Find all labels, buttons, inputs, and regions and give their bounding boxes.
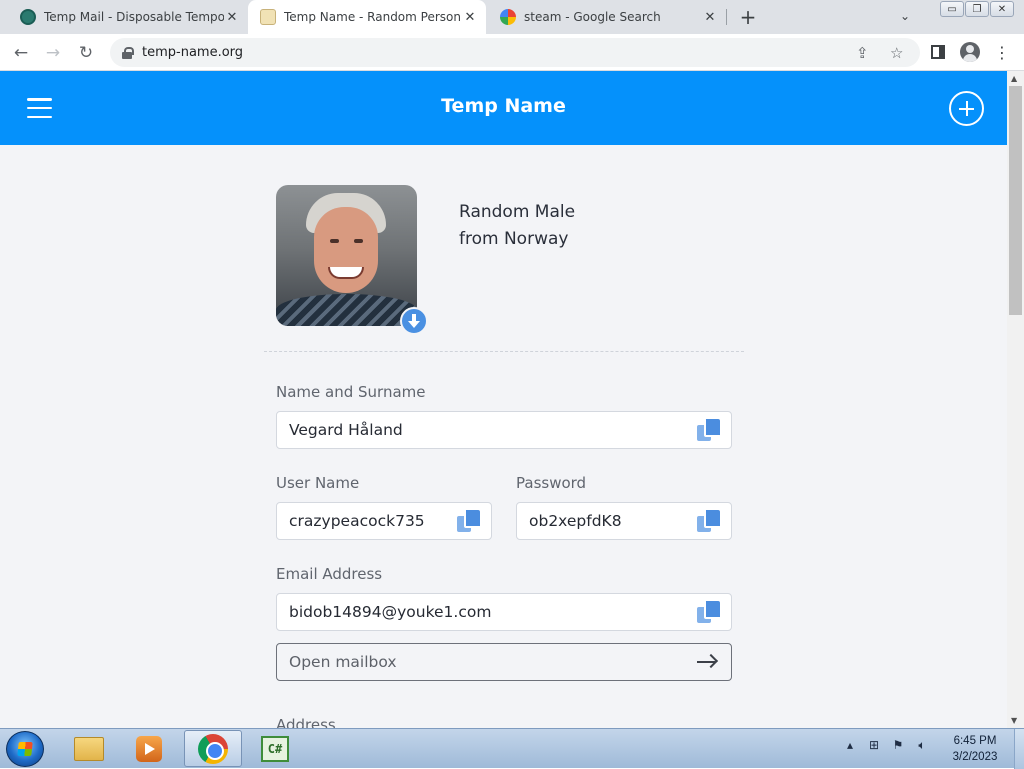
taskbar-chrome[interactable]: [184, 730, 242, 767]
show-desktop-button[interactable]: [1014, 729, 1024, 769]
back-arrow-icon[interactable]: ←: [10, 42, 32, 64]
more-menu-icon[interactable]: ⋮: [992, 42, 1012, 62]
person-photo: [276, 185, 417, 326]
csharp-icon: C#: [261, 735, 289, 762]
close-tab-icon[interactable]: ✕: [462, 9, 478, 25]
tab-temp-mail[interactable]: Temp Mail - Disposable Tempora ✕: [8, 0, 248, 34]
system-tray: ▴ ⊞ ⚑ 🔈︎: [842, 737, 930, 753]
show-hidden-icons-icon[interactable]: ▴: [842, 737, 858, 753]
close-tab-icon[interactable]: ✕: [224, 9, 240, 25]
temp-mail-favicon-icon: [20, 9, 36, 25]
scroll-down-arrow-icon[interactable]: ▼: [1011, 716, 1017, 725]
person-description: Random Male from Norway: [459, 199, 575, 253]
tab-google-search[interactable]: steam - Google Search ✕: [488, 0, 726, 34]
download-photo-icon[interactable]: [400, 307, 428, 335]
address-bar[interactable]: temp-name.org ⇪ ☆: [110, 38, 920, 67]
temp-name-favicon-icon: [260, 9, 276, 25]
open-mailbox-button[interactable]: Open mailbox: [276, 643, 732, 681]
action-center-flag-icon[interactable]: ⚑: [890, 737, 906, 753]
tab-separator: [726, 9, 727, 25]
side-panel-icon[interactable]: [928, 42, 948, 62]
password-field[interactable]: ob2xepfdK8: [516, 502, 732, 540]
close-window-button[interactable]: ✕: [990, 1, 1014, 17]
address-label: Address: [276, 716, 336, 728]
page-scrollbar[interactable]: ▲ ▼: [1007, 71, 1024, 728]
new-tab-button[interactable]: +: [736, 5, 760, 29]
open-mailbox-label: Open mailbox: [289, 653, 397, 671]
username-label: User Name: [276, 474, 360, 492]
bookmark-star-icon[interactable]: ☆: [890, 44, 903, 62]
scroll-up-arrow-icon[interactable]: ▲: [1011, 74, 1017, 83]
folder-icon: [74, 736, 104, 761]
url-text: temp-name.org: [142, 45, 244, 60]
section-divider: [264, 351, 744, 352]
window-controls: ▭ ❐ ✕: [940, 1, 1014, 17]
copy-icon[interactable]: [697, 419, 720, 441]
close-tab-icon[interactable]: ✕: [702, 9, 718, 25]
chrome-icon: [198, 733, 228, 764]
media-player-icon: [136, 735, 162, 762]
name-value: Vegard Håland: [289, 421, 403, 439]
person-description-line1: Random Male: [459, 202, 576, 222]
copy-icon[interactable]: [457, 510, 480, 532]
add-plus-icon[interactable]: [949, 91, 984, 126]
network-icon[interactable]: ⊞: [866, 737, 882, 753]
google-favicon-icon: [500, 9, 516, 25]
clock-time: 6:45 PM: [953, 735, 997, 747]
taskbar-media-player[interactable]: [120, 730, 178, 767]
tab-title: Temp Mail - Disposable Tempora: [44, 10, 224, 24]
email-value: bidob14894@youke1.com: [289, 603, 492, 621]
name-field[interactable]: Vegard Håland: [276, 411, 732, 449]
site-brand-title: Temp Name: [441, 95, 566, 117]
tab-title: Temp Name - Random Person Ge: [284, 10, 462, 24]
email-label: Email Address: [276, 565, 383, 583]
tab-search-chevron-icon[interactable]: ⌄: [896, 7, 914, 25]
reload-icon[interactable]: ↻: [75, 42, 97, 64]
profile-avatar-icon[interactable]: [960, 42, 980, 62]
person-description-line2: from Norway: [459, 229, 569, 249]
username-value: crazypeacock735: [289, 512, 425, 530]
name-label: Name and Surname: [276, 383, 426, 401]
password-label: Password: [516, 474, 587, 492]
share-icon[interactable]: ⇪: [856, 44, 869, 62]
browser-tab-strip: Temp Mail - Disposable Tempora ✕ Temp Na…: [0, 0, 1024, 34]
arrow-right-icon: [697, 655, 717, 669]
copy-icon[interactable]: [697, 601, 720, 623]
taskbar-csharp-app[interactable]: C#: [246, 730, 304, 767]
restore-button[interactable]: ❐: [965, 1, 989, 17]
page-viewport: Temp Name Random Male from Norway Name a…: [0, 71, 1007, 728]
clock-date: 3/2/2023: [952, 751, 998, 763]
forward-arrow-icon[interactable]: →: [42, 42, 64, 64]
minimize-button[interactable]: ▭: [940, 1, 964, 17]
taskbar-file-explorer[interactable]: [60, 730, 118, 767]
tab-title: steam - Google Search: [524, 10, 661, 24]
volume-icon[interactable]: 🔈︎: [914, 737, 930, 753]
password-value: ob2xepfdK8: [529, 512, 622, 530]
windows-taskbar: C# ▴ ⊞ ⚑ 🔈︎ 6:45 PM 3/2/2023: [0, 728, 1024, 769]
system-clock[interactable]: 6:45 PM 3/2/2023: [946, 733, 1004, 765]
lock-icon: [122, 46, 134, 59]
scroll-thumb[interactable]: [1009, 86, 1022, 315]
start-button[interactable]: [6, 731, 44, 767]
copy-icon[interactable]: [697, 510, 720, 532]
email-field[interactable]: bidob14894@youke1.com: [276, 593, 732, 631]
tab-temp-name[interactable]: Temp Name - Random Person Ge ✕: [248, 0, 486, 34]
app-header: Temp Name: [0, 71, 1007, 145]
browser-toolbar: ← → ↻ temp-name.org ⇪ ☆ ⋮: [0, 34, 1024, 71]
username-field[interactable]: crazypeacock735: [276, 502, 492, 540]
